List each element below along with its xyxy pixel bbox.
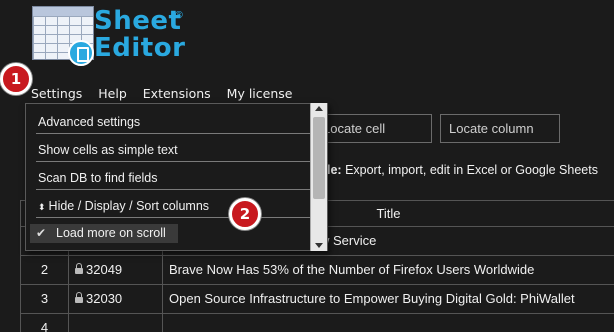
sheet-editor-logo: Sheet Editor ® <box>32 6 202 68</box>
table-row: 3 32030 Open Source Infrastructure to Em… <box>20 285 614 314</box>
info-bold: le: <box>327 163 342 177</box>
checkmark-icon: ✔ <box>36 226 47 240</box>
menu-item-load-more-on-scroll[interactable]: ✔ Load more on scroll <box>30 224 178 243</box>
row-id: 32049 <box>86 262 123 277</box>
row-title[interactable] <box>162 314 614 332</box>
row-number: 2 <box>20 256 68 284</box>
info-text: le: Export, import, edit in Excel or Goo… <box>327 163 598 177</box>
registered-mark: ® <box>174 10 184 21</box>
step-badge-2: 2 <box>229 198 261 230</box>
menu-bar: Settings Help Extensions My license <box>31 86 292 101</box>
row-id: 32030 <box>86 291 123 306</box>
row-id-cell: 32030 <box>68 285 162 313</box>
lock-icon <box>75 292 83 303</box>
table-row: 2 32049 Brave Now Has 53% of the Number … <box>20 256 614 285</box>
menu-help[interactable]: Help <box>98 86 127 101</box>
table-row: 4 <box>20 314 614 332</box>
dropdown-scrollbar[interactable] <box>310 103 327 251</box>
menu-item-show-cells-simple-text[interactable]: Show cells as simple text <box>36 135 320 162</box>
lock-icon <box>75 263 83 274</box>
menu-item-label: Load more on scroll <box>56 226 166 240</box>
scrollbar-thumb[interactable] <box>313 117 325 199</box>
logo-text: Sheet Editor <box>94 6 186 63</box>
locate-cell-input[interactable]: Locate cell <box>314 114 432 143</box>
edit-icon <box>68 40 94 66</box>
row-id <box>68 314 162 332</box>
row-id-cell: 32049 <box>68 256 162 284</box>
menu-item-label: Hide / Display / Sort columns <box>48 199 210 213</box>
menu-my-license[interactable]: My license <box>227 86 293 101</box>
info-rest: Export, import, edit in Excel or Google … <box>341 163 598 177</box>
row-title[interactable]: Open Source Infrastructure to Empower Bu… <box>162 285 614 313</box>
row-number: 4 <box>20 314 68 332</box>
locate-column-input[interactable]: Locate column <box>440 114 560 143</box>
menu-item-advanced-settings[interactable]: Advanced settings <box>36 107 320 134</box>
sort-icon: ⬍ <box>38 202 46 212</box>
menu-item-hide-display-sort-columns[interactable]: ⬍ Hide / Display / Sort columns <box>36 191 320 218</box>
row-number: 3 <box>20 285 68 313</box>
scroll-up-arrow-icon[interactable] <box>315 106 323 111</box>
menu-item-scan-db[interactable]: Scan DB to find fields <box>36 163 320 190</box>
row-title[interactable]: Brave Now Has 53% of the Number of Firef… <box>162 256 614 284</box>
menu-settings[interactable]: Settings <box>31 86 82 101</box>
menu-extensions[interactable]: Extensions <box>143 86 211 101</box>
scroll-down-arrow-icon[interactable] <box>315 243 323 248</box>
step-badge-1: 1 <box>0 63 32 95</box>
